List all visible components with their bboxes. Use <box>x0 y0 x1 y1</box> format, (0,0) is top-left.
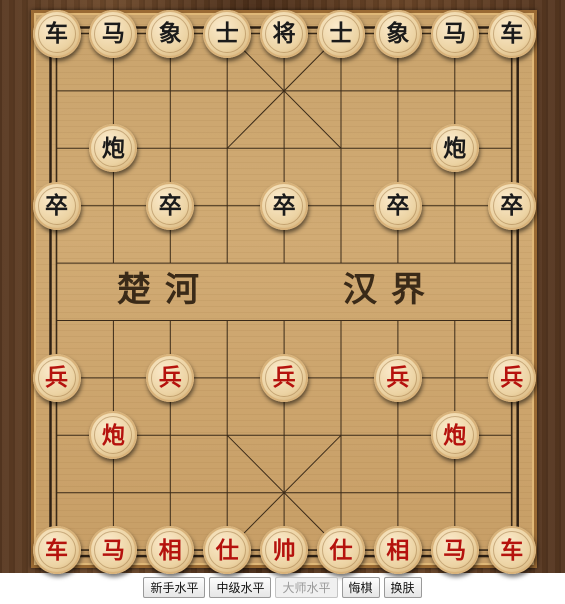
piece-label: 兵 <box>272 364 296 392</box>
red-piece[interactable]: 兵 <box>146 353 195 402</box>
piece-label: 炮 <box>443 134 467 162</box>
piece-label: 兵 <box>500 364 524 392</box>
black-piece[interactable]: 象 <box>146 9 195 58</box>
piece-label: 马 <box>443 20 467 47</box>
black-piece[interactable]: 卒 <box>487 181 536 230</box>
piece-label: 车 <box>500 536 524 564</box>
red-piece[interactable]: 马 <box>430 526 479 575</box>
piece-label: 仕 <box>329 536 353 564</box>
river-text-chu-he: 楚河 <box>117 270 213 310</box>
black-piece[interactable]: 马 <box>89 9 138 58</box>
black-piece[interactable]: 卒 <box>32 181 81 230</box>
piece-label: 车 <box>500 20 524 47</box>
piece-label: 卒 <box>272 192 296 220</box>
master-level-button[interactable]: 大师水平 <box>275 577 338 598</box>
red-piece[interactable]: 兵 <box>487 353 536 402</box>
piece-label: 车 <box>45 536 68 564</box>
piece-label: 卒 <box>158 192 182 220</box>
piece-label: 象 <box>386 20 410 47</box>
change-skin-button[interactable]: 换肤 <box>383 577 422 598</box>
red-piece[interactable]: 车 <box>32 526 81 575</box>
black-piece[interactable]: 炮 <box>430 124 479 173</box>
piece-label: 卒 <box>45 192 68 220</box>
piece-label: 士 <box>215 20 239 47</box>
black-piece[interactable]: 车 <box>487 9 536 58</box>
piece-label: 卒 <box>500 192 524 220</box>
red-piece[interactable]: 兵 <box>32 353 81 402</box>
piece-label: 马 <box>443 536 467 564</box>
piece-label: 炮 <box>443 421 467 449</box>
black-piece[interactable]: 卒 <box>373 181 422 230</box>
piece-label: 相 <box>386 536 410 564</box>
red-piece[interactable]: 仕 <box>203 526 252 575</box>
river-text-han-jie: 汉界 <box>343 270 439 310</box>
piece-label: 士 <box>329 20 353 47</box>
red-piece[interactable]: 帅 <box>260 526 309 575</box>
red-piece[interactable]: 仕 <box>317 526 365 575</box>
piece-label: 马 <box>101 536 125 564</box>
black-piece[interactable]: 车 <box>32 9 81 58</box>
piece-label: 炮 <box>101 421 125 449</box>
black-piece[interactable]: 士 <box>317 9 365 58</box>
black-piece[interactable]: 将 <box>260 9 309 58</box>
piece-label: 车 <box>45 20 68 47</box>
piece-label: 仕 <box>215 536 239 564</box>
piece-label: 兵 <box>386 364 410 392</box>
piece-label: 兵 <box>158 364 182 392</box>
piece-label: 卒 <box>386 192 410 220</box>
board-grid <box>49 26 519 558</box>
black-piece[interactable]: 士 <box>203 9 252 58</box>
piece-label: 兵 <box>45 364 68 392</box>
piece-label: 帅 <box>272 536 296 564</box>
piece-label: 象 <box>158 20 182 47</box>
piece-label: 马 <box>101 20 125 47</box>
red-piece[interactable]: 相 <box>373 526 422 575</box>
control-bar: 新手水平 中级水平 大师水平 悔棋 换肤 <box>0 577 565 599</box>
red-piece[interactable]: 车 <box>487 526 536 575</box>
red-piece[interactable]: 兵 <box>260 353 309 402</box>
intermediate-level-button[interactable]: 中级水平 <box>209 577 272 598</box>
piece-label: 将 <box>272 20 296 47</box>
piece-label: 炮 <box>101 134 125 162</box>
undo-button[interactable]: 悔棋 <box>341 577 380 598</box>
black-piece[interactable]: 象 <box>373 9 422 58</box>
black-piece[interactable]: 马 <box>430 9 479 58</box>
piece-label: 相 <box>158 536 182 564</box>
black-piece[interactable]: 卒 <box>260 181 309 230</box>
black-piece[interactable]: 卒 <box>146 181 195 230</box>
red-piece[interactable]: 炮 <box>430 411 479 460</box>
red-piece[interactable]: 兵 <box>373 353 422 402</box>
novice-level-button[interactable]: 新手水平 <box>143 577 206 598</box>
